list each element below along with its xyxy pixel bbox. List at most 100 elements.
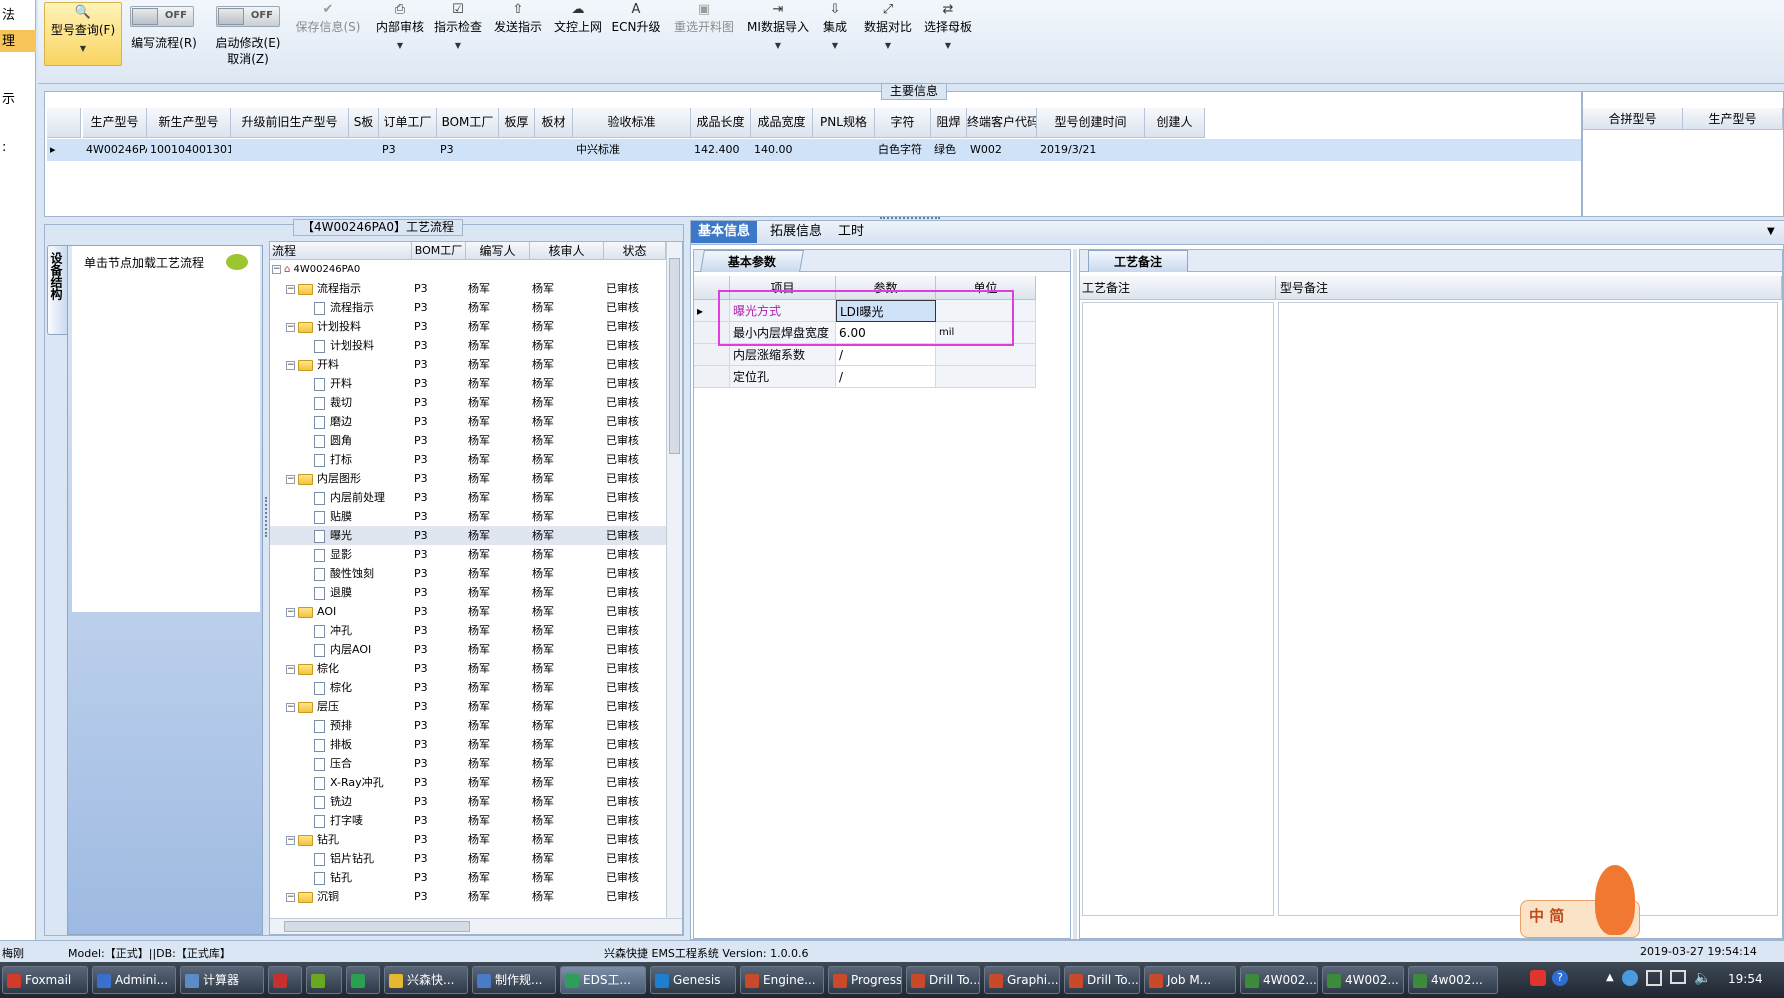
doc-upload-button[interactable]: ☁ 文控上网 [550, 2, 606, 35]
tree-row[interactable]: 压合 P3 杨军 杨军 已审核 [270, 754, 666, 773]
tree-node[interactable]: 冲孔 [314, 621, 412, 640]
tree-row[interactable]: − 棕化 P3 杨军 杨军 已审核 [270, 659, 666, 678]
help-icon[interactable]: ? [1552, 970, 1568, 986]
tree-node[interactable]: 内层前处理 [314, 488, 412, 507]
main-info-column-header[interactable]: 订单工厂 [379, 108, 437, 138]
table-cell[interactable] [231, 139, 349, 161]
tree-node[interactable]: 流程指示 [314, 298, 412, 317]
taskbar-item[interactable] [268, 966, 302, 994]
tree-root[interactable]: − ⌂ 4W00246PA0 [270, 260, 666, 279]
tree-node[interactable]: 磨边 [314, 412, 412, 431]
taskbar-item[interactable] [346, 966, 380, 994]
tree-node[interactable]: 退膜 [314, 583, 412, 602]
row-selector[interactable] [694, 366, 730, 388]
param-unit-cell[interactable] [936, 344, 1036, 366]
tree-node[interactable]: − 层压 [286, 697, 412, 716]
table-cell[interactable]: 142.400 [691, 139, 751, 161]
tree-row[interactable]: 酸性蚀刻 P3 杨军 杨军 已审核 [270, 564, 666, 583]
scrollbar-thumb[interactable] [669, 258, 680, 454]
tree-row[interactable]: − 钻孔 P3 杨军 杨军 已审核 [270, 830, 666, 849]
internal-review-button[interactable]: ⎙ 内部审核 ▼ [372, 2, 428, 50]
tree-row[interactable]: 裁切 P3 杨军 杨军 已审核 [270, 393, 666, 412]
taskbar-item[interactable]: Foxmail [2, 966, 88, 994]
dropdown-arrow-icon[interactable]: ▼ [1767, 226, 1775, 237]
tree-node[interactable]: − 内层图形 [286, 469, 412, 488]
cancel-edit-button[interactable]: 取消(Z) [208, 50, 288, 67]
taskbar-item[interactable]: 4w002... [1408, 966, 1498, 994]
mi-import-button[interactable]: ⇥ MI数据导入 ▼ [744, 2, 812, 50]
main-info-column-header[interactable]: PNL规格 [813, 108, 875, 138]
sogou-icon[interactable] [1530, 970, 1546, 986]
tree-row[interactable]: X-Ray冲孔 P3 杨军 杨军 已审核 [270, 773, 666, 792]
tree-row[interactable]: 铣边 P3 杨军 杨军 已审核 [270, 792, 666, 811]
table-cell[interactable] [535, 139, 573, 161]
tree-row[interactable]: 退膜 P3 杨军 杨军 已审核 [270, 583, 666, 602]
vertical-scrollbar[interactable] [666, 242, 682, 918]
collapse-icon[interactable]: − [286, 322, 295, 332]
tree-node[interactable]: 显影 [314, 545, 412, 564]
collapse-icon[interactable]: − [286, 664, 295, 674]
taskbar-item[interactable]: Job M... [1144, 966, 1236, 994]
tree-row[interactable]: 打标 P3 杨军 杨军 已审核 [270, 450, 666, 469]
taskbar-item[interactable]: 计算器 [180, 966, 264, 994]
tree-row[interactable]: − 流程指示 P3 杨军 杨军 已审核 [270, 279, 666, 298]
main-info-column-header[interactable]: 字符 [875, 108, 931, 138]
taskbar-item[interactable] [306, 966, 342, 994]
collapse-icon[interactable]: − [286, 474, 295, 484]
taskbar-item[interactable]: Engine... [740, 966, 824, 994]
collapse-icon[interactable]: − [286, 284, 295, 294]
main-info-column-header[interactable]: 阻焊 [931, 108, 967, 138]
taskbar-item[interactable]: Graphi... [984, 966, 1060, 994]
main-info-column-header[interactable]: 生产型号 [83, 108, 147, 138]
taskbar-item[interactable]: 兴森快... [384, 966, 468, 994]
table-cell[interactable] [813, 139, 875, 161]
tab-basic-info[interactable]: 基本信息 [691, 221, 758, 243]
main-info-column-header[interactable]: 升级前旧生产型号 [231, 108, 349, 138]
table-cell[interactable]: 白色字符 [875, 139, 931, 161]
tree-row[interactable]: 棕化 P3 杨军 杨军 已审核 [270, 678, 666, 697]
tree-node[interactable]: 贴膜 [314, 507, 412, 526]
table-cell[interactable]: 中兴标准 [573, 139, 691, 161]
ecn-upgrade-button[interactable]: A ECN升级 [608, 2, 664, 35]
ime-widget[interactable]: 中 简 [1520, 865, 1640, 938]
left-strip-item-active[interactable]: 理 [0, 30, 36, 52]
tree-node[interactable]: 酸性蚀刻 [314, 564, 412, 583]
tree-row[interactable]: 冲孔 P3 杨军 杨军 已审核 [270, 621, 666, 640]
tree-node[interactable]: − 计划投料 [286, 317, 412, 336]
table-cell[interactable]: 2019/3/21 [1037, 139, 1145, 161]
table-cell[interactable]: P3 [437, 139, 499, 161]
tree-row[interactable]: − 内层图形 P3 杨军 杨军 已审核 [270, 469, 666, 488]
tree-row[interactable]: 打字唛 P3 杨军 杨军 已审核 [270, 811, 666, 830]
tree-row[interactable]: − 计划投料 P3 杨军 杨军 已审核 [270, 317, 666, 336]
tree-node[interactable]: 排板 [314, 735, 412, 754]
tree-node[interactable]: 打标 [314, 450, 412, 469]
table-cell[interactable] [1145, 139, 1205, 161]
main-info-column-header[interactable]: 成品宽度 [751, 108, 813, 138]
tray-arrow-icon[interactable]: ▲ [1606, 972, 1614, 983]
main-info-column-header[interactable]: 板厚 [499, 108, 535, 138]
tree-node[interactable]: − 棕化 [286, 659, 412, 678]
table-cell[interactable]: 140.00 [751, 139, 813, 161]
splitter-handle[interactable] [1073, 249, 1077, 939]
tree-row[interactable]: 内层前处理 P3 杨军 杨军 已审核 [270, 488, 666, 507]
tree-row[interactable]: 排板 P3 杨军 杨军 已审核 [270, 735, 666, 754]
clock[interactable]: 19:54 [1728, 972, 1763, 986]
tree-row[interactable]: − 沉铜 P3 杨军 杨军 已审核 [270, 887, 666, 906]
tree-row[interactable]: 显影 P3 杨军 杨军 已审核 [270, 545, 666, 564]
reselect-cut-drawing-button[interactable]: ▣ 重选开料图 [668, 2, 740, 35]
tree-node[interactable]: − AOI [286, 602, 412, 621]
tree-row[interactable]: 预排 P3 杨军 杨军 已审核 [270, 716, 666, 735]
param-value-cell[interactable]: / [836, 344, 936, 366]
equipment-structure-tab[interactable]: 设备结构 [47, 245, 69, 335]
taskbar-item[interactable]: Admini... [92, 966, 176, 994]
tree-row[interactable]: − AOI P3 杨军 杨军 已审核 [270, 602, 666, 621]
tree-node[interactable]: 铝片钻孔 [314, 849, 412, 868]
tree-node[interactable]: 打字唛 [314, 811, 412, 830]
tree-row[interactable]: 内层AOI P3 杨军 杨军 已审核 [270, 640, 666, 659]
tree-row[interactable]: 圆角 P3 杨军 杨军 已审核 [270, 431, 666, 450]
taskbar-item[interactable]: EDS工... [560, 966, 646, 994]
left-strip-item[interactable]: : [0, 140, 36, 162]
select-mother-board-button[interactable]: ⇄ 选择母板 ▼ [920, 2, 976, 50]
param-value-cell[interactable]: / [836, 366, 936, 388]
table-cell[interactable] [349, 139, 379, 161]
